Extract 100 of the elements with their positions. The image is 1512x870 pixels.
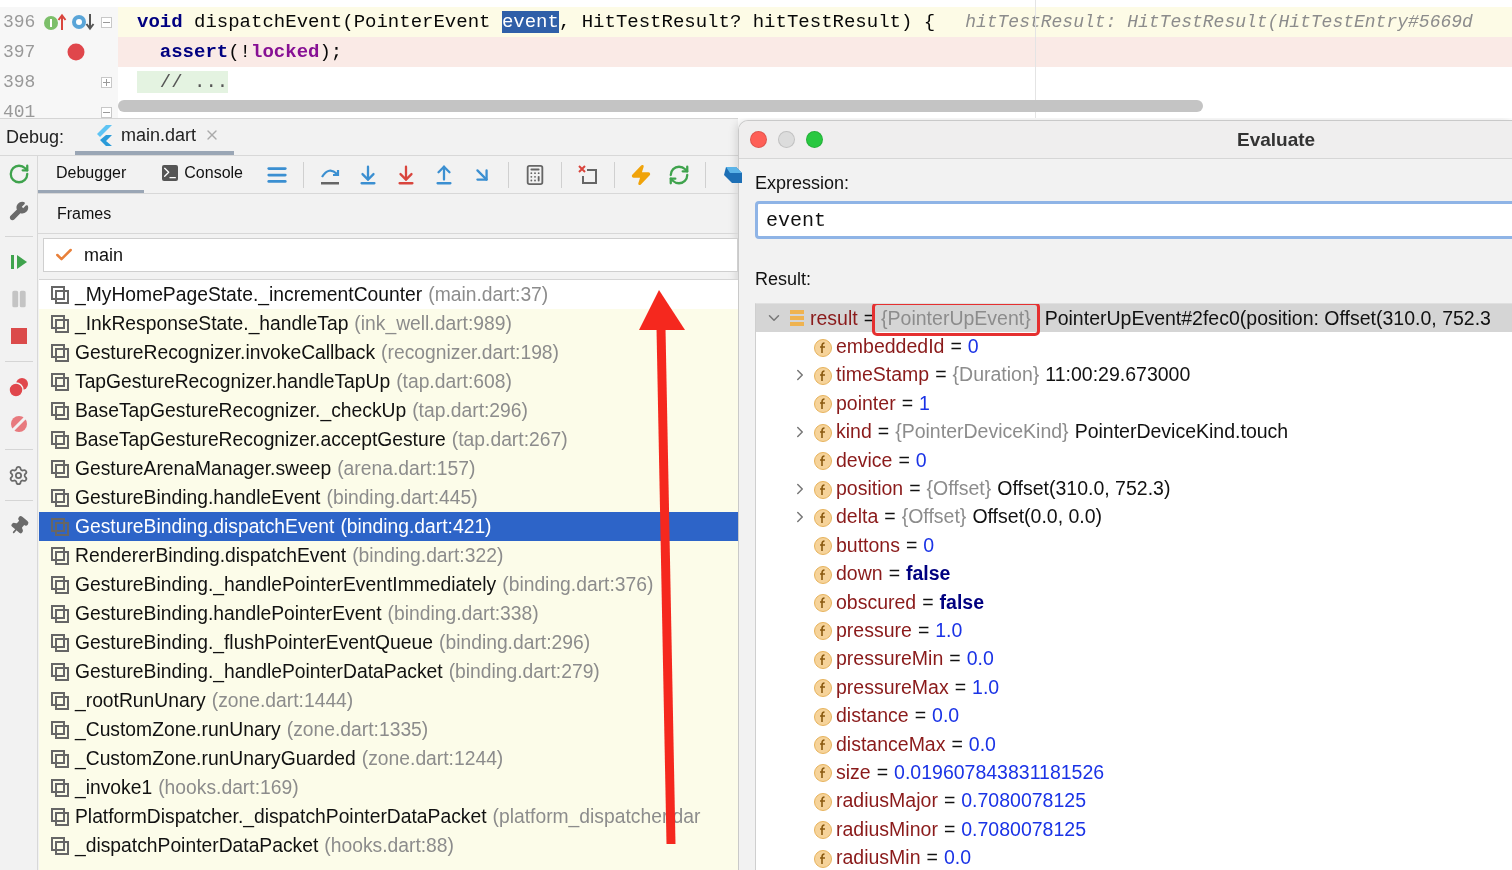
- field-row[interactable]: radiusMin = 0.0: [756, 843, 1512, 870]
- field-icon: [813, 478, 833, 499]
- equals-sign: =: [887, 562, 901, 586]
- frame-icon: [51, 488, 69, 507]
- equals-sign: =: [916, 619, 931, 642]
- expression-label: Expression:: [755, 173, 851, 194]
- field-row[interactable]: embeddedId = 0: [756, 332, 1512, 361]
- field-row[interactable]: distance = 0.0: [756, 701, 1512, 730]
- field-row[interactable]: position = {Offset} Offset(310.0, 752.3): [756, 474, 1512, 503]
- fold-icon[interactable]: [101, 106, 112, 118]
- object-icon: [789, 309, 805, 328]
- thread-dropdown[interactable]: main: [43, 238, 738, 272]
- flutter-icon: [95, 124, 113, 146]
- variable-value: false: [939, 590, 985, 614]
- field-row[interactable]: pressureMin = 0.0: [756, 644, 1512, 674]
- fold-icon[interactable]: [101, 16, 112, 28]
- breakpoints-icon[interactable]: [6, 375, 31, 399]
- equals-sign: =: [876, 420, 891, 444]
- field-icon: [813, 648, 833, 669]
- frame-icon: [51, 633, 69, 652]
- field-row[interactable]: size = 0.019607843831181526: [756, 758, 1512, 787]
- frame-icon: [51, 546, 69, 565]
- run-tab[interactable]: main.dart: [75, 119, 235, 155]
- close-window-button[interactable]: [750, 131, 767, 148]
- expression-field[interactable]: event: [755, 201, 1512, 239]
- field-row[interactable]: obscured = false: [756, 587, 1512, 617]
- variable-value: 0: [967, 335, 979, 359]
- equals-sign: =: [913, 704, 928, 728]
- field-row[interactable]: pressureMax = 1.0: [756, 673, 1512, 702]
- variable-value: 0.0: [932, 704, 960, 728]
- field-row[interactable]: device = 0: [756, 445, 1512, 475]
- frame-icon: [51, 430, 69, 449]
- equals-sign: =: [942, 817, 957, 841]
- field-icon: [813, 677, 833, 698]
- line-number: 396: [2, 12, 37, 32]
- equals-sign: =: [921, 590, 935, 614]
- variable-name: pointer: [836, 391, 896, 415]
- implemented-up-icon[interactable]: [43, 12, 67, 32]
- frame-icon: [51, 807, 69, 826]
- breakpoint-icon[interactable]: [67, 43, 85, 61]
- field-row[interactable]: delta = {Offset} Offset(0.0, 0.0): [756, 502, 1512, 532]
- variable-name: radiusMajor: [836, 789, 938, 813]
- zoom-window-button[interactable]: [806, 131, 823, 148]
- frame-icon: [51, 691, 69, 710]
- field-icon: [813, 847, 833, 868]
- stack-frame[interactable]: GestureBinding.dispatchEvent (binding.dart:421): [39, 512, 738, 541]
- result-label: Result:: [755, 269, 813, 290]
- dialog-title: Evaluate: [1237, 128, 1316, 151]
- code-token: );: [319, 41, 343, 63]
- unfold-icon[interactable]: [101, 76, 112, 88]
- field-row[interactable]: down = false: [756, 559, 1512, 588]
- field-icon: [813, 336, 833, 357]
- variable-value: 11:00:29.673000: [1045, 363, 1191, 387]
- equals-sign: =: [875, 760, 890, 784]
- field-row[interactable]: timeStamp = {Duration} 11:00:29.673000: [756, 360, 1512, 390]
- frame-icon: [51, 314, 69, 333]
- line-number: 397: [2, 42, 37, 62]
- variable-name: delta: [836, 505, 879, 529]
- equals-sign: =: [897, 448, 911, 472]
- view-tab[interactable]: Debugger: [38, 156, 145, 193]
- field-icon: [813, 819, 833, 840]
- field-row[interactable]: radiusMajor = 0.7080078125: [756, 786, 1512, 816]
- field-icon: [813, 734, 833, 755]
- frames-title: Frames: [57, 204, 112, 223]
- stack-frame[interactable]: _MyHomePageState._incrementCounter (main.dart:37): [39, 280, 738, 309]
- scrollbar-thumb[interactable]: [118, 100, 1203, 112]
- field-icon: [813, 450, 833, 471]
- type-name: {PointerDeviceKind}: [895, 420, 1069, 444]
- variable-name: obscured: [836, 590, 917, 614]
- equals-sign: =: [953, 675, 968, 699]
- variable-value: 0.0: [968, 732, 996, 756]
- code-token: , HitTestResult? hitTestResult) {: [558, 11, 936, 33]
- field-icon: [813, 620, 833, 641]
- variable-value: false: [906, 562, 951, 586]
- line-number: 401: [2, 102, 37, 118]
- frame-icon: [51, 749, 69, 768]
- variable-name: pressureMin: [836, 647, 944, 671]
- variable-value: PointerUpEvent#2fec0(position: Offset(310.0, 752.3: [1044, 306, 1491, 330]
- variable-value: 0.0: [943, 846, 972, 870]
- code-token: void: [137, 11, 183, 33]
- equals-sign: =: [904, 533, 919, 557]
- field-icon: [813, 790, 833, 811]
- variable-name: device: [836, 448, 893, 472]
- variable-value: 1.0: [972, 675, 1000, 699]
- field-row[interactable]: radiusMinor = 0.7080078125: [756, 815, 1512, 844]
- view-tab[interactable]: Console: [144, 156, 261, 193]
- type-name: {Offset}: [926, 477, 992, 501]
- equals-sign: =: [942, 789, 957, 813]
- field-row[interactable]: kind = {PointerDeviceKind} PointerDeviceKind.touch: [756, 417, 1512, 446]
- field-row[interactable]: pressure = 1.0: [756, 616, 1512, 645]
- variable-name: radiusMinor: [836, 817, 938, 841]
- code-token: assert: [158, 41, 229, 63]
- drop-frame-icon[interactable]: [576, 162, 600, 187]
- equals-sign: =: [900, 391, 914, 415]
- folded-code: // ...: [137, 71, 229, 93]
- overriding-down-icon[interactable]: [71, 12, 95, 32]
- field-row[interactable]: distanceMax = 0.0: [756, 729, 1512, 759]
- lightning-icon[interactable]: [629, 162, 653, 187]
- field-row[interactable]: buttons = 0: [756, 531, 1512, 560]
- field-row[interactable]: pointer = 1: [756, 389, 1512, 418]
